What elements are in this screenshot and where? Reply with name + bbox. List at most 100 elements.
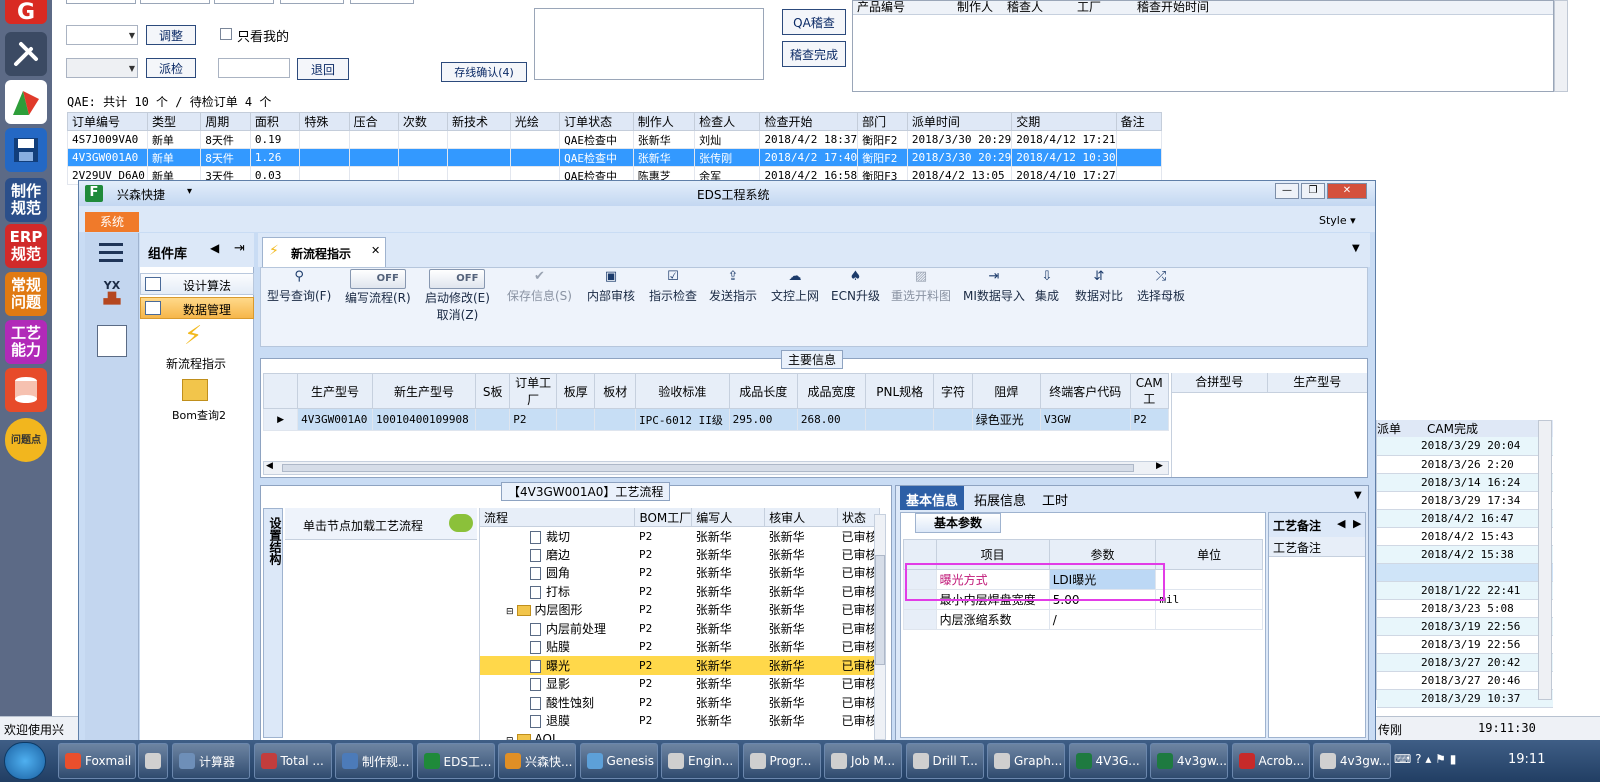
flow-row[interactable]: ⊟ 内层图形 P2 张新华 张新华 已审核 [480, 601, 880, 620]
taskbar-item[interactable]: Acrob... [1231, 743, 1310, 779]
order-col-header[interactable]: 部门 [857, 112, 908, 131]
qa-grid-scrollbar[interactable] [1554, 0, 1568, 92]
flow-row[interactable]: ⊟AOI [480, 730, 880, 740]
order-col-header[interactable]: 订单状态 [559, 112, 634, 131]
cam-row[interactable] [1377, 563, 1553, 582]
basic-params-tab[interactable]: 基本参数 [915, 513, 1001, 533]
order-row[interactable]: 4V3GW001A0 新单 8天件 1.26 QAE检查中 张新华 张传刚 2018/4/2 … [67, 148, 1163, 167]
flow-row[interactable]: 贴膜 P2 张新华 张新华 已审核 [480, 638, 880, 657]
main-info-cell[interactable] [475, 408, 511, 431]
main-info-cell[interactable] [933, 408, 973, 431]
main-info-col-header[interactable]: 字符 [933, 373, 973, 409]
dispatch-button[interactable]: 派检 [146, 58, 196, 78]
new-flow-doc-tab[interactable]: ⚡ 新流程指示 ✕ [262, 237, 386, 267]
note-next-icon[interactable]: ▶ [1353, 517, 1361, 530]
yx-factory-icon[interactable]: YX ▟▙ [95, 279, 129, 311]
toggle-switch[interactable]: OFF [349, 269, 406, 289]
new-flow-label[interactable]: 新流程指示 [166, 355, 226, 372]
main-info-cell[interactable] [556, 408, 596, 431]
adjust-button[interactable]: 调整 [146, 25, 196, 45]
flow-row[interactable]: 打标 P2 张新华 张新华 已审核 [480, 582, 880, 601]
cam-row[interactable]: 2018/3/19 22:56 [1377, 635, 1553, 654]
taskbar-item[interactable]: Engin... [661, 743, 739, 779]
main-info-cell[interactable] [594, 408, 636, 431]
param-tab[interactable]: 工时 [1036, 486, 1074, 510]
flow-row[interactable]: 酸性蚀刻 P2 张新华 张新华 已审核 [480, 693, 880, 712]
taskbar-item[interactable]: EDS工... [416, 743, 495, 779]
cam-row[interactable]: 2018/3/14 16:24 [1377, 473, 1553, 492]
scroll-left-icon[interactable]: ◀ [266, 461, 273, 471]
taskbar-item[interactable]: 4v3gw... [1313, 743, 1391, 779]
check-done-button[interactable]: 稽查完成 [782, 41, 846, 67]
taskbar-item[interactable] [138, 743, 168, 779]
save-disk-icon[interactable] [5, 128, 47, 172]
cam-row[interactable]: 2018/4/2 15:38 [1377, 545, 1553, 564]
expand-icon[interactable]: ⊟ [506, 607, 514, 617]
order-col-header[interactable]: 周期 [200, 112, 251, 131]
main-info-col-header[interactable]: 成品长度 [728, 373, 798, 409]
cam-row[interactable]: 2018/3/19 22:56 [1377, 617, 1553, 636]
remark-textarea[interactable] [534, 8, 764, 80]
flow-row[interactable]: 裁切 P2 张新华 张新华 已审核 [480, 527, 880, 546]
flow-col-header[interactable]: 编写人 [691, 508, 766, 527]
bg-top-button[interactable] [350, 0, 414, 4]
taskbar-item[interactable]: 制作规... [335, 743, 413, 779]
structure-side-tab[interactable]: 设置结构 [263, 508, 283, 738]
taskbar-item[interactable]: Job M... [824, 743, 902, 779]
toolbar-import-button[interactable]: ⇥ MI数据导入 [963, 269, 1025, 304]
order-col-header[interactable]: 新技术 [447, 112, 511, 131]
flow-col-header[interactable]: BOM工厂 [634, 508, 693, 527]
cam-row[interactable]: 2018/1/22 22:41 [1377, 581, 1553, 600]
taskbar-item[interactable]: Progr... [742, 743, 821, 779]
order-col-header[interactable]: 派单时间 [906, 112, 1013, 131]
param-tab[interactable]: 基本信息 [900, 486, 965, 510]
flow-row[interactable]: 圆角 P2 张新华 张新华 已审核 [480, 564, 880, 583]
login-arrow-icon[interactable]: ⇥ [234, 241, 245, 256]
lightning-icon[interactable]: ⚡ [184, 321, 202, 351]
note-prev-icon[interactable]: ◀ [1337, 517, 1345, 530]
toolbar-image-button[interactable]: ▨ 重选开料图 [891, 269, 951, 304]
toolbar-compare-button[interactable]: ⇵ 数据对比 [1075, 269, 1123, 304]
toolbar-search-button[interactable]: ⚲ 型号查询(F) [267, 269, 331, 304]
launcher-item-issue[interactable]: 问题点 [5, 418, 47, 462]
taskbar-item[interactable]: Total ... [253, 743, 332, 779]
main-info-cell[interactable]: P2 [1129, 408, 1170, 431]
main-info-cell[interactable]: 10010400109908 [371, 408, 477, 431]
main-info-col-header[interactable]: 成品宽度 [796, 373, 867, 409]
params-menu-chevron-icon[interactable]: ▼ [1354, 490, 1362, 501]
param-tab[interactable]: 拓展信息 [968, 486, 1032, 510]
param-row[interactable]: 内层涨缩系数 / [903, 609, 1263, 630]
cam-row[interactable]: 2018/3/27 20:46 [1377, 671, 1553, 690]
return-reason-input[interactable] [218, 58, 290, 78]
toolbar-shuffle-button[interactable]: ⤮ 选择母板 [1137, 269, 1185, 304]
flow-row[interactable]: 显影 P2 张新华 张新华 已审核 [480, 675, 880, 694]
main-info-cell[interactable]: P2 [509, 408, 558, 431]
system-tab[interactable]: 系统 [85, 212, 139, 232]
restore-icon[interactable]: ❐ [1301, 183, 1325, 199]
main-info-col-header[interactable]: 板厚 [556, 373, 596, 409]
bg-top-button[interactable] [214, 0, 274, 4]
calculator-icon[interactable] [97, 325, 127, 357]
scroll-right-icon[interactable]: ▶ [1156, 461, 1163, 471]
toolbar-upload-button[interactable]: ⇪ 发送指示 [709, 269, 757, 304]
main-info-cell[interactable]: IPC-6012 II级 [634, 408, 730, 431]
launcher-item-spec[interactable]: 制作 规范 [5, 178, 47, 222]
design-algo-item[interactable]: 设计算法 [140, 273, 254, 295]
main-info-cell[interactable]: 268.00 [796, 408, 867, 431]
tray-icons[interactable]: ⌨ ? ▴ ⚑ ▮ [1394, 752, 1456, 766]
cam-row[interactable]: 2018/3/26 2:20 [1377, 455, 1553, 474]
taskbar-item[interactable]: Genesis [579, 743, 658, 779]
main-info-cell[interactable]: 4V3GW001A0 [297, 408, 373, 431]
taskbar-clock[interactable]: 19:11 [1508, 752, 1545, 767]
order-col-header[interactable]: 面积 [249, 112, 301, 131]
return-button[interactable]: 退回 [297, 58, 349, 80]
quick-access-chevron-icon[interactable]: ▾ [187, 186, 192, 197]
dispatch-combo[interactable]: ▼ [66, 58, 138, 78]
toolbar-printer-button[interactable]: ▣ 内部审核 [587, 269, 635, 304]
scroll-thumb[interactable] [282, 464, 1134, 472]
g-app-icon[interactable]: G [5, 0, 47, 24]
cam-row[interactable]: 2018/3/23 5:08 [1377, 599, 1553, 618]
order-col-header[interactable]: 类型 [146, 112, 202, 131]
toolbar-sublabel[interactable]: 取消(Z) [437, 308, 479, 322]
main-info-cell[interactable]: 295.00 [728, 408, 798, 431]
